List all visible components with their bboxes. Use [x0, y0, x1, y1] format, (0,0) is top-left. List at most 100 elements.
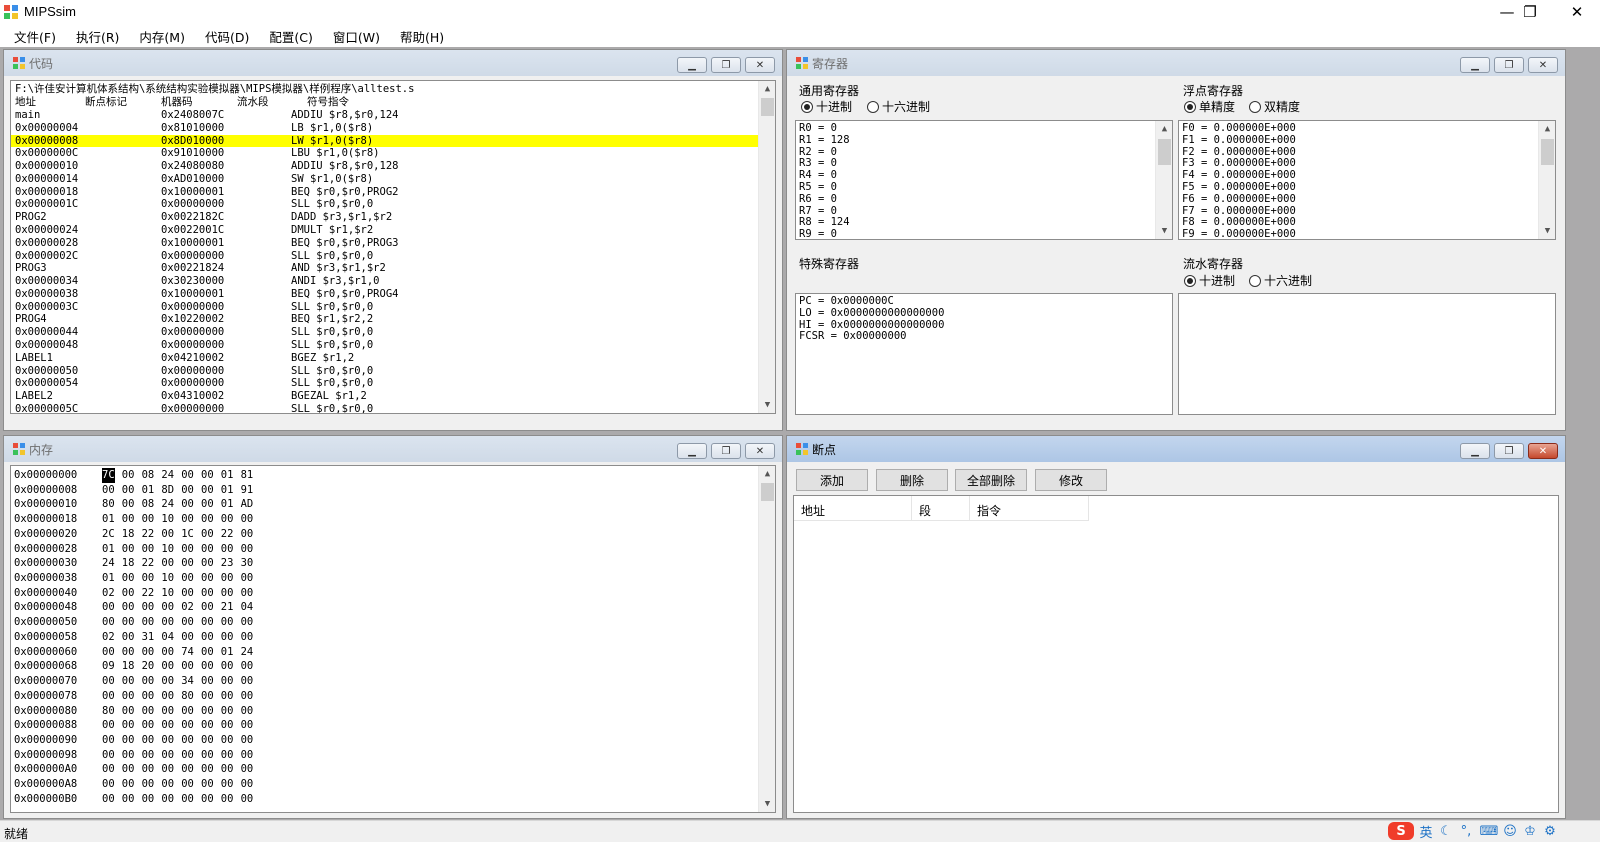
code-row[interactable]: 0x0000001C 0x00000000 SLL $r0,$r0,0	[11, 198, 758, 211]
memory-byte[interactable]: 00	[241, 748, 254, 763]
code-row[interactable]: 0x00000010 0x24080080 ADDIU $r8,$r0,128	[11, 160, 758, 173]
memory-byte[interactable]: 00	[241, 527, 254, 542]
memory-byte[interactable]: 10	[161, 571, 174, 586]
memory-byte[interactable]: 00	[181, 615, 194, 630]
memory-byte[interactable]: 00	[241, 542, 254, 557]
scroll-thumb[interactable]	[1541, 139, 1554, 165]
memory-byte[interactable]: 00	[122, 777, 135, 792]
memory-byte[interactable]: 00	[102, 792, 115, 807]
memory-row[interactable]: 0x00000058 02 00 31 04 00 00 00 00	[11, 630, 751, 645]
memory-byte[interactable]: 00	[142, 689, 155, 704]
memory-byte[interactable]: 00	[181, 483, 194, 498]
memory-byte[interactable]: 34	[181, 674, 194, 689]
memory-byte[interactable]: 00	[241, 659, 254, 674]
code-row[interactable]: PROG3 0x00221824 AND $r3,$r1,$r2	[11, 262, 758, 275]
code-row[interactable]: 0x0000003C 0x00000000 SLL $r0,$r0,0	[11, 301, 758, 314]
tools-icon[interactable]: ⚙	[1542, 822, 1558, 840]
memory-byte[interactable]: 22	[142, 527, 155, 542]
special-registers-box[interactable]: PC = 0x0000000C LO = 0x0000000000000000 HI…	[795, 293, 1173, 415]
menu-code[interactable]: 代码(D)	[197, 27, 257, 46]
memory-byte[interactable]: 00	[221, 542, 234, 557]
breakpoints-restore-icon[interactable]: ❐	[1494, 443, 1524, 459]
memory-row[interactable]: 0x00000040 02 00 22 10 00 00 00 00	[11, 586, 751, 601]
memory-byte[interactable]: 00	[161, 777, 174, 792]
memory-byte[interactable]: 30	[241, 556, 254, 571]
memory-byte[interactable]: 81	[241, 468, 254, 483]
code-row[interactable]: 0x00000014 0xAD010000 SW $r1,0($r8)	[11, 173, 758, 186]
memory-byte[interactable]: 10	[161, 512, 174, 527]
memory-row[interactable]: 0x00000010 80 00 08 24 00 00 01 AD	[11, 497, 751, 512]
scroll-down-icon[interactable]: ▼	[759, 397, 775, 413]
memory-byte[interactable]: 00	[181, 733, 194, 748]
scroll-down-icon[interactable]: ▼	[1156, 223, 1172, 239]
memory-byte[interactable]: 00	[181, 512, 194, 527]
memory-byte[interactable]: 00	[201, 586, 214, 601]
code-row[interactable]: PROG4 0x10220002 BEQ $r1,$r2,2	[11, 313, 758, 326]
memory-byte[interactable]: 00	[241, 777, 254, 792]
memory-byte[interactable]: 00	[221, 615, 234, 630]
memory-byte[interactable]: 00	[161, 527, 174, 542]
memory-byte[interactable]: 00	[241, 762, 254, 777]
memory-byte[interactable]: 00	[142, 645, 155, 660]
code-listing[interactable]: F:\许佳安计算机体系结构\系统结构实验模拟器\MIPS模拟器\样例程序\all…	[10, 80, 776, 414]
code-row[interactable]: 0x00000018 0x10000001 BEQ $r0,$r0,PROG2	[11, 186, 758, 199]
memory-byte[interactable]: 00	[201, 571, 214, 586]
memory-byte[interactable]: 00	[221, 659, 234, 674]
memory-byte[interactable]: 00	[122, 600, 135, 615]
memory-byte[interactable]: 00	[122, 542, 135, 557]
code-row-current[interactable]: 0x00000008 0x8D010000 LW $r1,0($r8)	[11, 134, 758, 148]
memory-row[interactable]: 0x00000098 00 00 00 00 00 00 00 00	[11, 748, 751, 763]
memory-byte[interactable]: 00	[241, 674, 254, 689]
memory-byte[interactable]: 00	[122, 704, 135, 719]
pipeline-registers-box[interactable]	[1178, 293, 1556, 415]
code-row[interactable]: 0x00000050 0x00000000 SLL $r0,$r0,0	[11, 365, 758, 378]
code-row[interactable]: 0x0000000C 0x91010000 LBU $r1,0($r8)	[11, 147, 758, 160]
radio-pipeline-dec[interactable]: 十进制	[1184, 272, 1235, 289]
memory-byte[interactable]: 00	[102, 483, 115, 498]
float-registers-box[interactable]: F0 = 0.000000E+000 F1 = 0.000000E+000 F2 =…	[1178, 120, 1556, 240]
memory-row[interactable]: 0x00000030 24 18 22 00 00 00 23 30	[11, 556, 751, 571]
memory-byte[interactable]: 00	[201, 615, 214, 630]
memory-byte-selected[interactable]: 7C	[102, 468, 115, 483]
col-inst-header[interactable]: 指令	[977, 502, 1001, 519]
memory-byte[interactable]: 00	[181, 704, 194, 719]
memory-byte[interactable]: 00	[122, 762, 135, 777]
memory-byte[interactable]: 00	[161, 704, 174, 719]
memory-byte[interactable]: 00	[241, 689, 254, 704]
memory-row[interactable]: 0x00000020 2C 18 22 00 1C 00 22 00	[11, 527, 751, 542]
memory-row[interactable]: 0x00000090 00 00 00 00 00 00 00 00	[11, 733, 751, 748]
memory-dump[interactable]: 0x00000000 7C 00 08 24 00 00 01 81 0x00000008 00 00…	[10, 465, 776, 813]
memory-byte[interactable]: 00	[181, 748, 194, 763]
memory-byte[interactable]: 09	[102, 659, 115, 674]
memory-byte[interactable]: 00	[161, 792, 174, 807]
radio-general-dec[interactable]: 十进制	[801, 98, 852, 115]
memory-byte[interactable]: 22	[142, 556, 155, 571]
memory-byte[interactable]: 00	[102, 645, 115, 660]
memory-byte[interactable]: 00	[102, 600, 115, 615]
memory-byte[interactable]: 24	[161, 497, 174, 512]
memory-byte[interactable]: 00	[181, 542, 194, 557]
memory-byte[interactable]: 24	[102, 556, 115, 571]
scroll-up-icon[interactable]: ▲	[1539, 121, 1555, 137]
memory-byte[interactable]: 00	[181, 792, 194, 807]
skin-icon[interactable]: ♔	[1522, 822, 1538, 840]
code-row[interactable]: 0x00000004 0x81010000 LB $r1,0($r8)	[11, 122, 758, 135]
scroll-thumb[interactable]	[761, 483, 774, 501]
memory-byte[interactable]: 00	[201, 704, 214, 719]
memory-byte[interactable]: 00	[241, 512, 254, 527]
memory-byte[interactable]: 22	[142, 586, 155, 601]
memory-byte[interactable]: 00	[142, 600, 155, 615]
memory-byte[interactable]: 00	[102, 615, 115, 630]
memory-byte[interactable]: 00	[201, 497, 214, 512]
menu-memory[interactable]: 内存(M)	[131, 27, 193, 46]
memory-byte[interactable]: 00	[181, 468, 194, 483]
memory-byte[interactable]: 00	[181, 571, 194, 586]
scroll-up-icon[interactable]: ▲	[1156, 121, 1172, 137]
registers-close-icon[interactable]: ✕	[1528, 57, 1558, 73]
modify-breakpoint-button[interactable]: 修改	[1035, 469, 1107, 491]
code-row[interactable]: 0x00000024 0x0022001C DMULT $r1,$r2	[11, 224, 758, 237]
col-seg-header[interactable]: 段	[919, 502, 931, 519]
memory-byte[interactable]: 00	[142, 777, 155, 792]
breakpoints-list[interactable]: 地址 段 指令	[793, 495, 1559, 813]
memory-byte[interactable]: 01	[221, 483, 234, 498]
